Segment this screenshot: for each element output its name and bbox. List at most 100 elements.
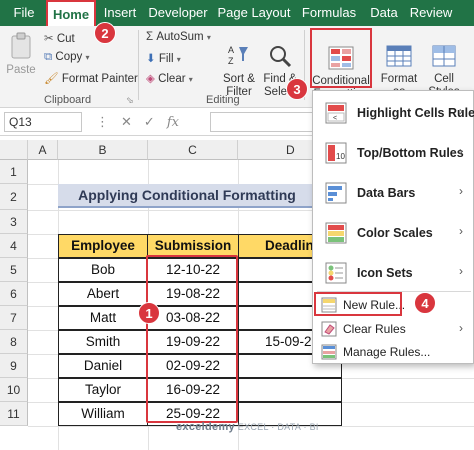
header-employee: Employee bbox=[58, 234, 148, 258]
sheet-title: Applying Conditional Formatting bbox=[58, 184, 316, 208]
menu-clear-rules[interactable]: Clear Rules › bbox=[313, 318, 474, 340]
step-badge-2: 2 bbox=[94, 22, 116, 44]
highlight-cells-icon: < bbox=[325, 102, 347, 124]
fill-down-icon: ⬇ bbox=[146, 53, 156, 65]
chevron-right-icon: › bbox=[459, 184, 463, 198]
cell-employee[interactable]: Abert bbox=[58, 282, 148, 306]
column-header-c[interactable]: C bbox=[148, 140, 238, 160]
cell-employee[interactable]: Smith bbox=[58, 330, 148, 354]
insert-function-icon[interactable]: fx bbox=[167, 115, 179, 130]
paintbrush-icon: 🖌 bbox=[44, 73, 59, 85]
conditional-formatting-button[interactable]: Conditional Formatting bbox=[310, 28, 372, 100]
row-header-11[interactable]: 11 bbox=[0, 402, 28, 426]
tab-review[interactable]: Review bbox=[408, 0, 454, 26]
cut-button[interactable]: ✂ Cut bbox=[44, 31, 75, 45]
fill-label: Fill bbox=[158, 53, 174, 65]
clear-rules-label: Clear Rules bbox=[343, 322, 406, 336]
row-header-10[interactable]: 10 bbox=[0, 378, 28, 402]
magnifier-icon bbox=[270, 46, 292, 68]
chevron-right-icon: › bbox=[459, 264, 463, 278]
clear-button[interactable]: ◈ Clear ▾ bbox=[146, 71, 193, 85]
copy-button[interactable]: ⧉ Copy ▾ bbox=[44, 51, 90, 64]
tab-data[interactable]: Data bbox=[364, 0, 404, 26]
menu-manage-rules[interactable]: Manage Rules... bbox=[313, 341, 474, 363]
svg-text:<: < bbox=[333, 115, 337, 122]
autosum-label: AutoSum bbox=[156, 31, 204, 43]
menu-color-scales[interactable]: Color Scales › bbox=[313, 213, 474, 253]
group-divider bbox=[138, 30, 139, 100]
cell-employee[interactable]: Bob bbox=[58, 258, 148, 282]
tab-file[interactable]: File bbox=[6, 0, 42, 26]
cut-label: Cut bbox=[56, 33, 75, 45]
chevron-down-icon: ▾ bbox=[188, 75, 193, 84]
menu-top-bottom-rules[interactable]: 10 Top/Bottom Rules › bbox=[313, 133, 474, 173]
paste-button[interactable]: Paste bbox=[6, 32, 36, 77]
chevron-down-icon: ▾ bbox=[85, 53, 90, 62]
clipboard-launcher-icon[interactable]: ⬂ bbox=[126, 95, 134, 106]
tab-developer[interactable]: Developer bbox=[146, 0, 210, 26]
table-icon bbox=[386, 45, 412, 67]
row-header-4[interactable]: 4 bbox=[0, 234, 28, 258]
chevron-down-icon: ▾ bbox=[206, 33, 211, 42]
icon-sets-label: Icon Sets bbox=[357, 266, 413, 280]
cancel-icon[interactable]: ✕ bbox=[121, 114, 144, 129]
row-header-6[interactable]: 6 bbox=[0, 282, 28, 306]
top-bottom-icon: 10 bbox=[325, 142, 347, 164]
clear-rules-icon bbox=[321, 321, 337, 337]
autosum-button[interactable]: Σ AutoSum ▾ bbox=[146, 31, 211, 43]
watermark-tagline: EXCEL · DATA · BI bbox=[237, 422, 319, 432]
top-bottom-rules-label: Top/Bottom Rules bbox=[357, 146, 464, 160]
format-painter-label: Format Painter bbox=[61, 73, 138, 85]
paste-label: Paste bbox=[6, 64, 36, 76]
row-header-3[interactable]: 3 bbox=[0, 210, 28, 234]
color-scales-label: Color Scales bbox=[357, 226, 433, 240]
ribbon-tab-bar: File Home Insert Developer Page Layout F… bbox=[0, 0, 474, 26]
cell-styles-icon bbox=[432, 45, 456, 67]
column-header-b[interactable]: B bbox=[58, 140, 148, 160]
chevron-right-icon: › bbox=[459, 224, 463, 238]
data-bars-icon bbox=[325, 182, 347, 204]
row-header-5[interactable]: 5 bbox=[0, 258, 28, 282]
manage-rules-icon bbox=[321, 344, 337, 360]
scissors-icon: ✂ bbox=[44, 33, 54, 45]
menu-icon-sets[interactable]: Icon Sets › bbox=[313, 253, 474, 293]
clipboard-icon bbox=[11, 32, 31, 59]
cell-employee[interactable]: Matt bbox=[58, 306, 148, 330]
tab-home[interactable]: Home bbox=[46, 0, 96, 26]
copy-icon: ⧉ bbox=[44, 51, 53, 63]
tab-page-layout[interactable]: Page Layout bbox=[216, 0, 292, 26]
clear-label: Clear bbox=[158, 73, 186, 85]
step-badge-4: 4 bbox=[414, 292, 436, 314]
more-options-icon: ⋮ bbox=[96, 114, 121, 129]
step-badge-3: 3 bbox=[286, 78, 308, 100]
new-rule-highlight bbox=[314, 292, 402, 316]
select-all-corner[interactable] bbox=[0, 140, 28, 160]
cell-employee[interactable]: Daniel bbox=[58, 354, 148, 378]
format-painter-button[interactable]: 🖌 Format Painter bbox=[44, 71, 138, 85]
name-box[interactable]: Q13 bbox=[4, 112, 82, 132]
watermark-name: exceldemy bbox=[176, 421, 235, 433]
menu-highlight-cells-rules[interactable]: < Highlight Cells Rules › bbox=[313, 93, 474, 133]
row-header-2[interactable]: 2 bbox=[0, 184, 28, 210]
column-header-a[interactable]: A bbox=[28, 140, 58, 160]
row-header-9[interactable]: 9 bbox=[0, 354, 28, 378]
formula-bar-icons: ⋮✕✓fx bbox=[96, 114, 179, 130]
menu-data-bars[interactable]: Data Bars › bbox=[313, 173, 474, 213]
color-scales-icon bbox=[325, 222, 347, 244]
row-header-7[interactable]: 7 bbox=[0, 306, 28, 330]
row-header-8[interactable]: 8 bbox=[0, 330, 28, 354]
cell-employee[interactable]: William bbox=[58, 402, 148, 426]
chevron-down-icon: ▾ bbox=[176, 55, 181, 64]
highlight-cells-rules-label: Highlight Cells Rules bbox=[357, 106, 474, 120]
row-header-1[interactable]: 1 bbox=[0, 160, 28, 184]
svg-text:A: A bbox=[228, 45, 234, 55]
cell-employee[interactable]: Taylor bbox=[58, 378, 148, 402]
chevron-right-icon: › bbox=[459, 104, 463, 118]
tab-formulas[interactable]: Formulas bbox=[298, 0, 360, 26]
step-badge-1: 1 bbox=[138, 302, 160, 324]
fill-button[interactable]: ⬇ Fill ▾ bbox=[146, 51, 181, 65]
cell-deadline[interactable] bbox=[238, 378, 342, 402]
sigma-icon: Σ bbox=[146, 31, 154, 43]
confirm-icon[interactable]: ✓ bbox=[144, 114, 167, 129]
conditional-formatting-icon bbox=[328, 46, 354, 70]
